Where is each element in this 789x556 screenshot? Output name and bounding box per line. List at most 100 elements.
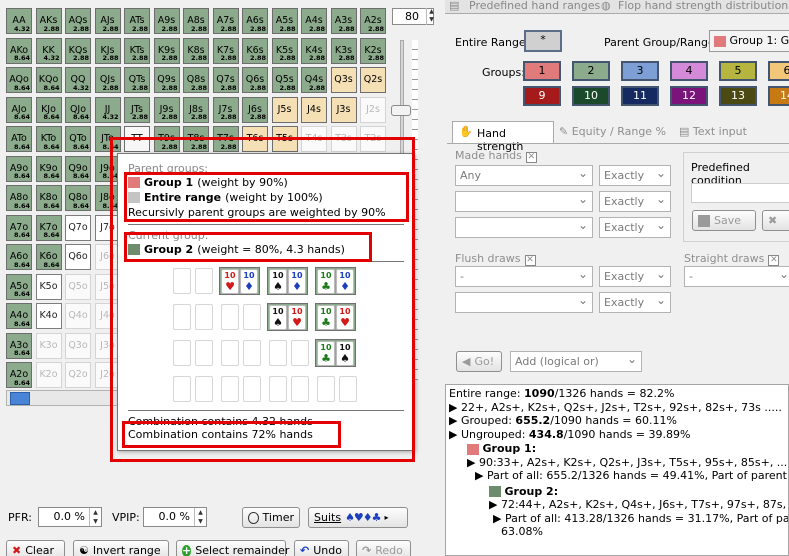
hand-cell[interactable]: Q6o [65, 244, 91, 270]
vpip-spinner[interactable]: ▲ ▼ [194, 508, 206, 526]
hand-cell[interactable]: K2s 2.88 [360, 37, 386, 64]
predefined-conditions-select[interactable] [691, 183, 789, 203]
hand-cell[interactable]: A4s 2.88 [301, 8, 327, 34]
hand-cell[interactable]: A6s 2.88 [242, 8, 268, 34]
hand-cell[interactable]: AJo 8.64 [6, 96, 32, 123]
group-button[interactable]: 2 [572, 61, 610, 81]
delete-button[interactable]: ✖ [762, 210, 789, 231]
flush-exactly-select[interactable]: Exactly [599, 266, 671, 287]
hand-cell[interactable]: AKs 2.88 [35, 8, 62, 34]
hand-cell[interactable]: K3o [35, 332, 62, 359]
hand-cell[interactable]: A2o 8.64 [6, 362, 32, 388]
hand-cell[interactable]: AQs 2.88 [65, 8, 91, 34]
select-remainder-button[interactable]: + Select remainder [176, 540, 289, 556]
hand-cell[interactable]: J2s [360, 96, 386, 123]
tab-flop-hand-strength[interactable]: Flop hand strength distribution [618, 0, 788, 12]
hand-cell[interactable]: KTo 8.64 [35, 126, 62, 152]
group-button[interactable]: 3 [621, 61, 659, 81]
group-button[interactable]: 6 [768, 61, 789, 81]
hand-cell[interactable]: QTs 2.88 [124, 67, 150, 93]
suits-button[interactable]: Suits ♠♥♦♣ ▸ [308, 507, 408, 528]
hand-cell[interactable]: A6o 8.64 [6, 244, 32, 270]
pfr-input[interactable]: 0.0 % ▲ ▼ [38, 507, 102, 527]
flush-draws-remove-icon[interactable]: ✕ [524, 255, 536, 266]
redo-button[interactable]: ↷ Redo [356, 540, 411, 556]
exactly-select-2[interactable]: Exactly [599, 191, 671, 212]
hand-cell[interactable]: QJo 8.64 [65, 96, 91, 123]
weight-spinner[interactable]: ▲ ▼ [426, 8, 436, 25]
hand-cell[interactable]: Q3o [65, 332, 91, 359]
expand-icon[interactable]: ▶ [489, 498, 501, 511]
hand-cell[interactable]: K3s 2.88 [330, 37, 357, 64]
hand-cell[interactable]: Q3s [330, 67, 357, 93]
hand-cell[interactable]: KJs 2.88 [94, 37, 121, 64]
hand-cell[interactable]: AJs 2.88 [94, 8, 121, 34]
hand-cell[interactable]: Q4s 2.88 [301, 67, 327, 93]
hand-cell[interactable]: AKo 8.64 [6, 37, 32, 64]
group-button[interactable]: 4 [670, 61, 708, 81]
hand-cell[interactable]: KTs 2.88 [124, 37, 150, 64]
hand-cell[interactable]: Q2o [65, 362, 91, 388]
clear-button[interactable]: ✖ Clear [6, 540, 65, 556]
group-1-range[interactable]: ▶ 90:33+, A2s+, K2s+, Q2s+, J3s+, T5s+, … [449, 456, 788, 470]
hand-cell[interactable]: A3o 8.64 [6, 332, 32, 359]
hand-cell[interactable]: KQo 8.64 [35, 67, 62, 93]
hand-cell[interactable]: Q7o [65, 214, 91, 241]
scrollbar-thumb[interactable] [10, 392, 30, 405]
hand-cell[interactable]: A9s 2.88 [153, 8, 180, 34]
hand-cell[interactable]: J7s 2.88 [212, 96, 239, 123]
hand-cell[interactable]: A8o 8.64 [6, 185, 32, 211]
hand-cell[interactable]: Q2s [360, 67, 386, 93]
hand-cell[interactable]: JTs 2.88 [124, 96, 150, 123]
hand-cell[interactable]: J4s [301, 96, 327, 123]
hand-cell[interactable]: K4o [35, 303, 62, 329]
group-button[interactable]: 13 [719, 86, 757, 106]
hand-cell[interactable]: K8s 2.88 [183, 37, 209, 64]
hand-cell[interactable]: A7o 8.64 [6, 214, 32, 241]
group-button[interactable]: 14 [768, 86, 789, 106]
go-button[interactable]: ◀ Go! [456, 351, 502, 372]
vpip-input[interactable]: 0.0 % ▲ ▼ [143, 507, 207, 527]
group-button[interactable]: 1 [523, 61, 561, 81]
hand-cell[interactable]: K8o 8.64 [35, 185, 62, 211]
hand-cell[interactable]: QQ 4.32 [65, 67, 91, 93]
parent-group-select[interactable]: Group 1: G [709, 30, 789, 52]
hand-cell[interactable]: Q6s 2.88 [242, 67, 268, 93]
hand-cell[interactable]: ATo 8.64 [6, 126, 32, 152]
tab-predefined-hand-ranges[interactable]: Predefined hand ranges [469, 0, 600, 12]
hand-cell[interactable]: AA 4.32 [6, 8, 32, 34]
group-2-range[interactable]: ▶ 72:44+, A2s+, K2s+, Q4s+, J6s+, T7s+, … [449, 498, 788, 512]
expand-icon[interactable]: ▶ [449, 428, 461, 441]
hand-cell[interactable]: K9s 2.88 [153, 37, 180, 64]
expand-icon[interactable]: ▶ [475, 469, 487, 482]
hand-cell[interactable]: Q9s 2.88 [153, 67, 180, 93]
hand-cell[interactable]: KK 4.32 [35, 37, 62, 64]
hand-cell[interactable]: A7s 2.88 [212, 8, 239, 34]
hand-cell[interactable]: Q8o 8.64 [65, 185, 91, 211]
hand-cell[interactable]: Q5o [65, 273, 91, 300]
hand-cell[interactable]: K6o 8.64 [35, 244, 62, 270]
hand-cell[interactable]: K9o 8.64 [35, 155, 62, 182]
hand-cell[interactable]: Q8s 2.88 [183, 67, 209, 93]
hand-cell[interactable]: K5o [35, 273, 62, 300]
hand-cell[interactable]: JJ 4.32 [94, 96, 121, 123]
hand-cell[interactable]: A8s 2.88 [183, 8, 209, 34]
flush-draws-select[interactable]: - [455, 266, 593, 287]
group-button[interactable]: 5 [719, 61, 757, 81]
hand-cell[interactable]: J5s [271, 96, 298, 123]
hand-cell[interactable]: K5s 2.88 [271, 37, 298, 64]
hand-cell[interactable]: ATs 2.88 [124, 8, 150, 34]
hand-cell[interactable]: QJs 2.88 [94, 67, 121, 93]
hand-cell[interactable]: K7o 8.64 [35, 214, 62, 241]
entire-range-list[interactable]: ▶ 22+, A2s+, K2s+, Q2s+, J2s+, T2s+, 92s… [449, 401, 785, 415]
hand-cell[interactable]: A3s 2.88 [330, 8, 357, 34]
hand-cell[interactable]: K6s 2.88 [242, 37, 268, 64]
hand-cell[interactable]: A2s 2.88 [360, 8, 386, 34]
entire-range-button[interactable]: * [524, 30, 562, 52]
straight-draws-select[interactable]: - [684, 266, 789, 287]
hand-cell[interactable]: K2o [35, 362, 62, 388]
flush-exactly-select-2[interactable]: Exactly [599, 292, 671, 313]
undo-button[interactable]: ↶ Undo [294, 540, 349, 556]
tab-equity-range[interactable]: ✎ Equity / Range % [559, 125, 666, 138]
hand-cell[interactable]: J6s 2.88 [242, 96, 268, 123]
